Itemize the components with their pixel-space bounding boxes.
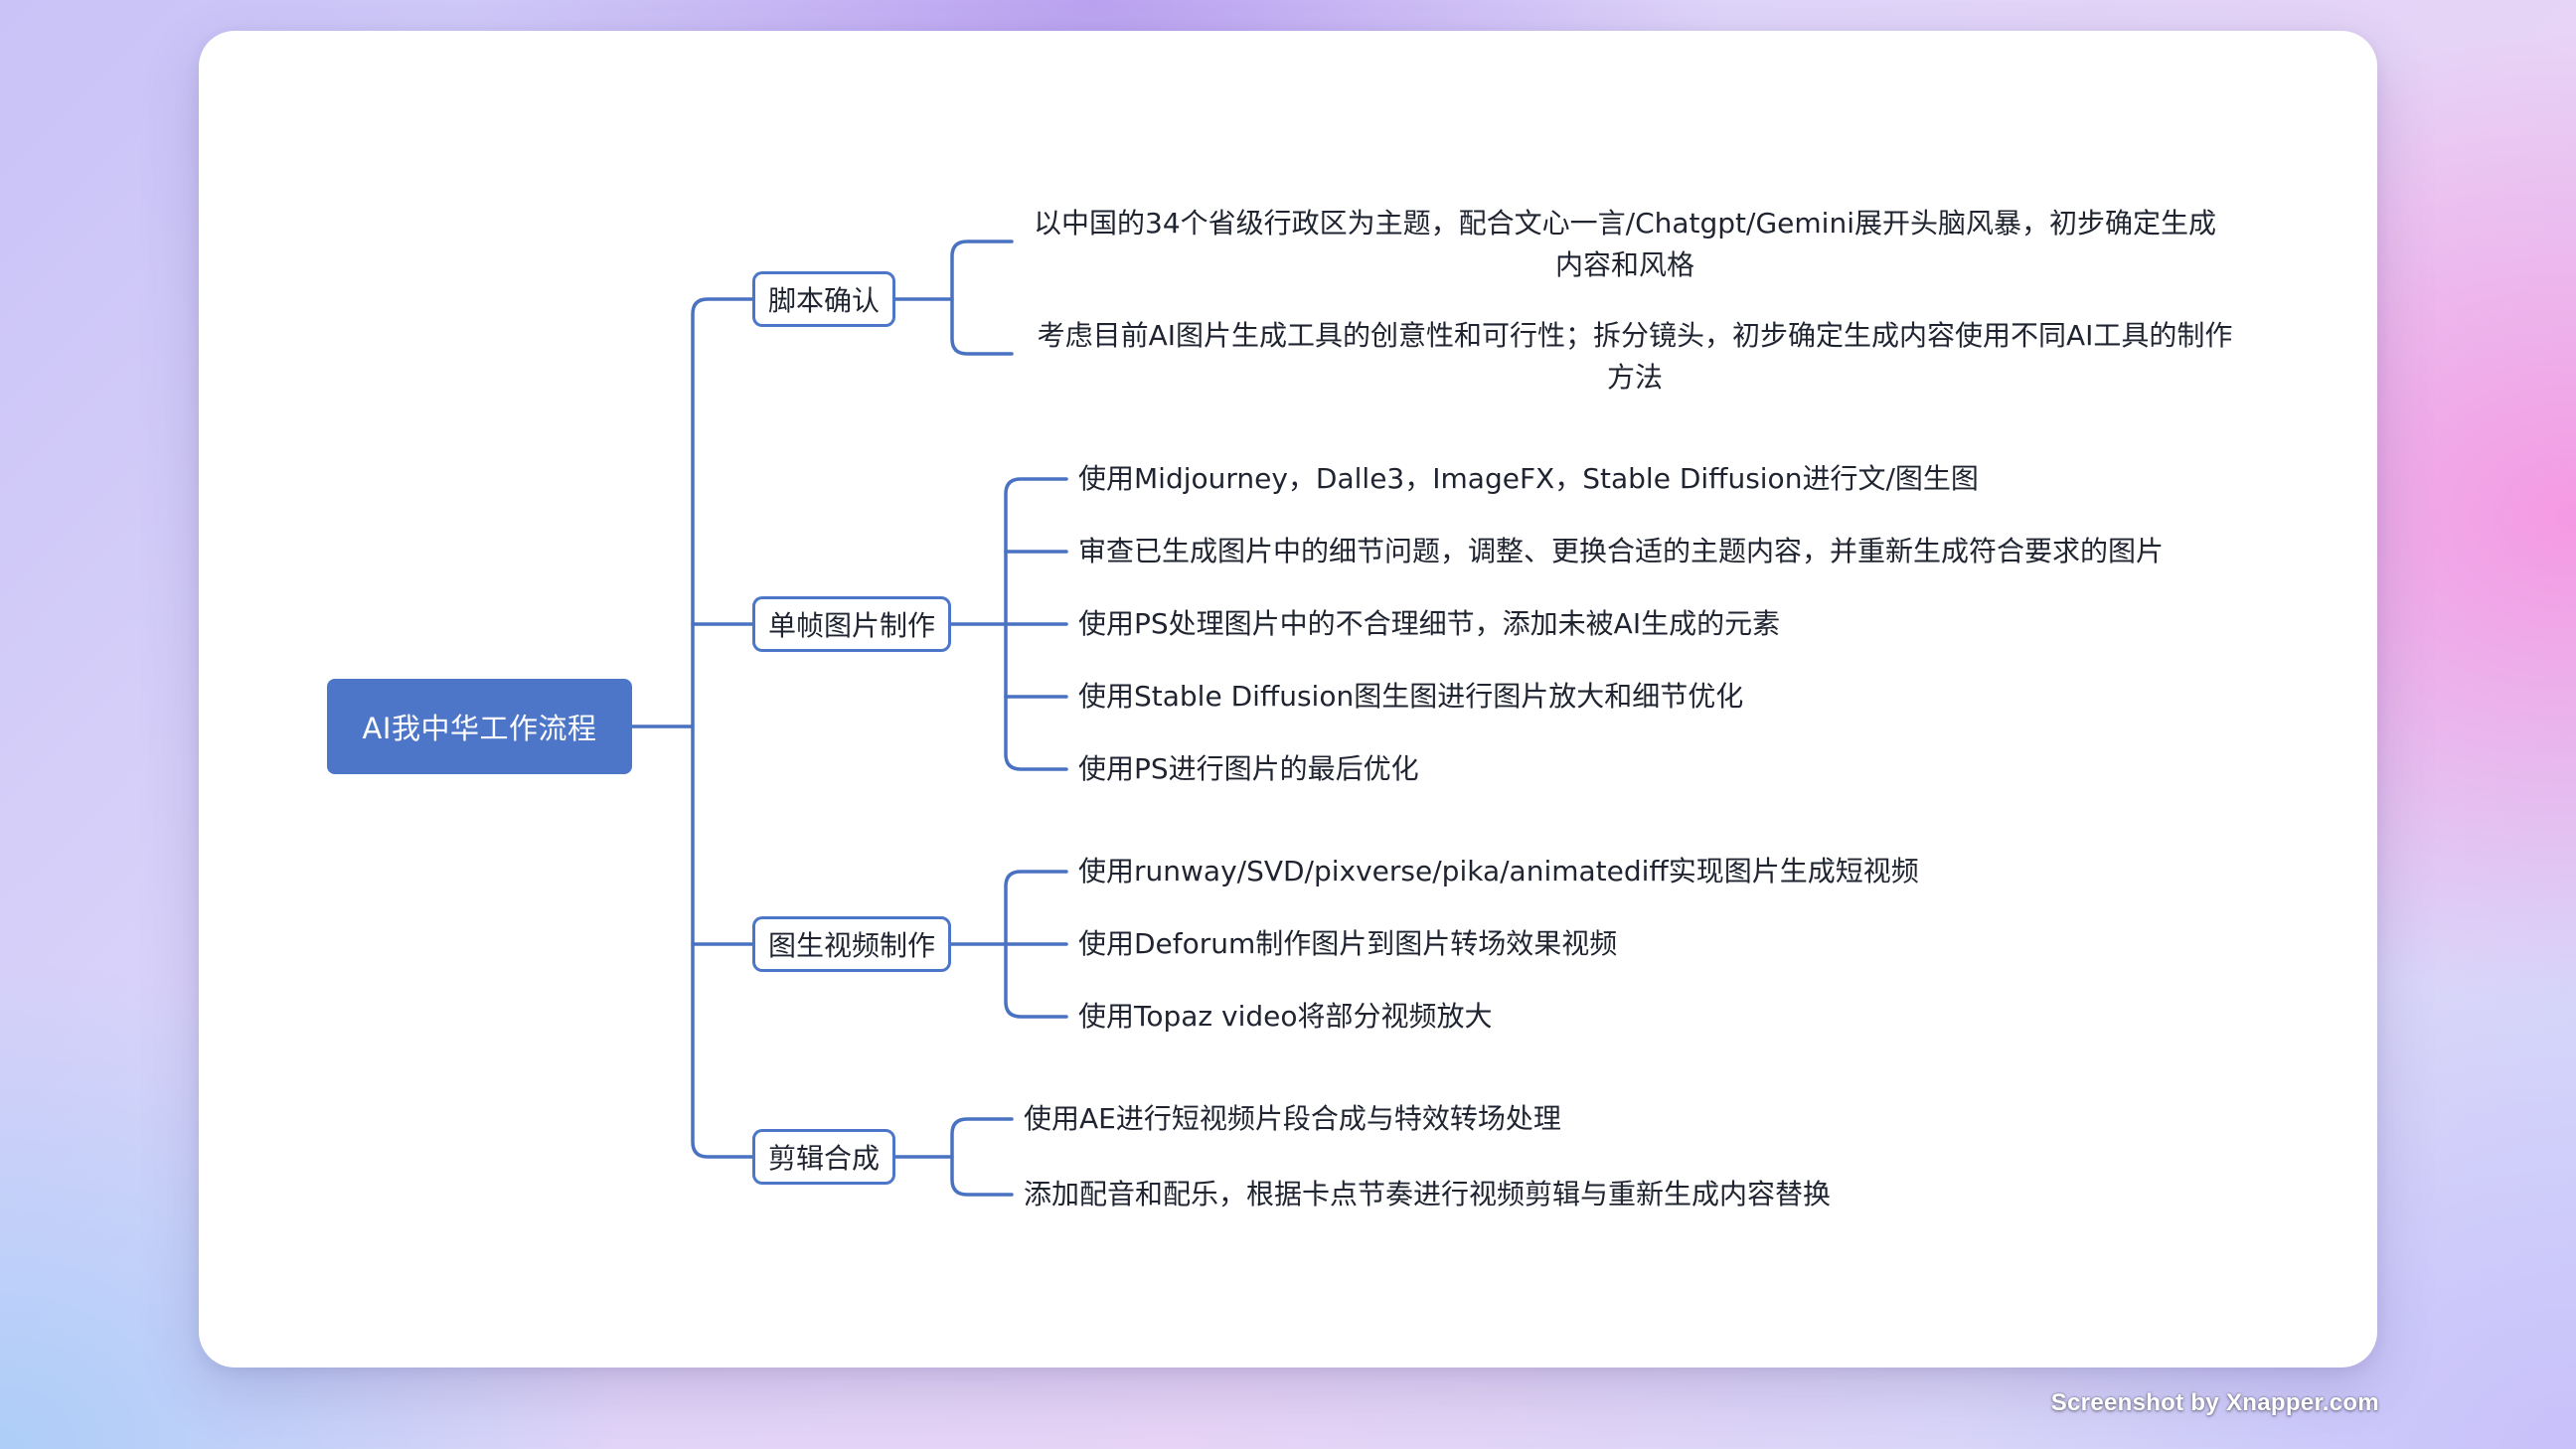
leaf-video-2: 使用Deforum制作图片到图片转场效果视频 [1078,927,1618,960]
leaf-frames-2: 审查已生成图片中的细节问题，调整、更换合适的主题内容，并重新生成符合要求的图片 [1078,535,2165,567]
branch-node-editing[interactable]: 剪辑合成 [752,1129,895,1185]
mindmap: AI我中华工作流程 脚本确认 以中国的34个省级行政区为主题，配合文心一言/Ch… [199,31,2377,1368]
connector-b1-fan [950,240,1014,356]
leaf-frames-1: 使用Midjourney，Dalle3，ImageFX，Stable Diffu… [1078,462,1979,495]
leaf-editing-1: 使用AE进行短视频片段合成与特效转场处理 [1024,1102,1561,1135]
leaf-frames-3: 使用PS处理图片中的不合理细节，添加未被AI生成的元素 [1078,607,1781,640]
leaf-video-3: 使用Topaz video将部分视频放大 [1078,1000,1493,1033]
xnapper-watermark: Screenshot by Xnapper.com [2050,1389,2379,1416]
leaf-editing-2: 添加配音和配乐，根据卡点节奏进行视频剪辑与重新生成内容替换 [1024,1178,1832,1210]
leaf-video-1: 使用runway/SVD/pixverse/pika/animatediff实现… [1078,855,1919,887]
leaf-script-1: 以中国的34个省级行政区为主题，配合文心一言/Chatgpt/Gemini展开头… [1034,207,2216,281]
connector-b4-fan [950,1117,1014,1197]
branch-node-script[interactable]: 脚本确认 [752,271,895,327]
branch-node-frames[interactable]: 单帧图片制作 [752,596,951,652]
branch-node-video[interactable]: 图生视频制作 [752,916,951,972]
connector-trunk [691,297,754,1159]
leaf-frames-4: 使用Stable Diffusion图生图进行图片放大和细节优化 [1078,680,1744,713]
mindmap-canvas: AI我中华工作流程 脚本确认 以中国的34个省级行政区为主题，配合文心一言/Ch… [199,31,2377,1368]
leaf-script-2: 考虑目前AI图片生成工具的创意性和可行性；拆分镜头，初步确定生成内容使用不同AI… [1037,319,2233,394]
leaf-frames-5: 使用PS进行图片的最后优化 [1078,752,1419,785]
root-node[interactable]: AI我中华工作流程 [327,679,632,774]
